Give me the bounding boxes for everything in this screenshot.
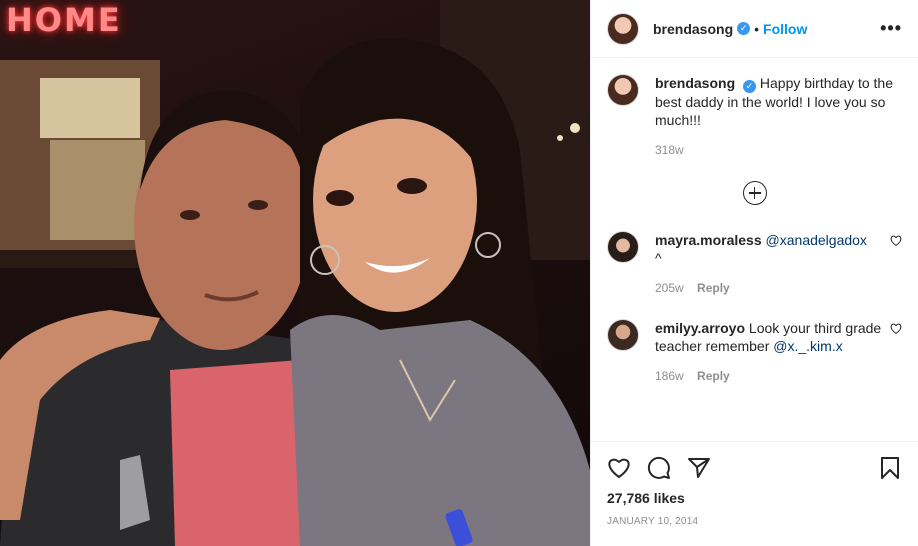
caption-avatar[interactable] — [607, 74, 639, 106]
photo-illustration — [0, 0, 590, 546]
comment-body: mayra.moraless @xanadelgadox ^ 205w Repl… — [655, 231, 882, 297]
likes-count[interactable]: 27,786 likes — [607, 490, 902, 506]
comment-like-heart-icon[interactable] — [890, 323, 902, 335]
woman-eye-left — [326, 190, 354, 206]
man-shirt — [170, 360, 310, 546]
post-date[interactable]: January 10, 2014 — [607, 516, 902, 527]
share-icon[interactable] — [687, 456, 711, 480]
neon-sign-text: HOME — [6, 1, 122, 39]
bookmark-icon[interactable] — [878, 456, 902, 480]
lamp-light — [570, 123, 580, 133]
caption-row: brendasong ✓ Happy birthday to the best … — [607, 74, 902, 159]
comment-row: emilyy.arroyo Look your third grade teac… — [607, 319, 902, 385]
comment-meta: 186w Reply — [655, 367, 882, 385]
comment-text: ^ — [655, 250, 662, 266]
comments-area[interactable]: brendasong ✓ Happy birthday to the best … — [591, 58, 918, 441]
reply-button[interactable]: Reply — [697, 281, 730, 295]
comment-like-heart-icon[interactable] — [890, 235, 902, 247]
action-icons — [607, 452, 902, 484]
comment-time[interactable]: 186w — [655, 369, 684, 383]
post-photo[interactable]: HOME — [0, 0, 590, 546]
more-options-icon[interactable]: ••• — [880, 18, 902, 39]
man-eye-left — [180, 210, 200, 220]
woman-eye-right — [397, 178, 427, 194]
reply-button[interactable]: Reply — [697, 369, 730, 383]
commenter-avatar[interactable] — [607, 231, 639, 263]
heart-icon[interactable] — [607, 456, 631, 480]
author-username[interactable]: brendasong — [653, 21, 733, 37]
comment-meta: 205w Reply — [655, 279, 882, 297]
comment-time[interactable]: 205w — [655, 281, 684, 295]
window-light — [40, 78, 140, 138]
author-avatar[interactable] — [607, 12, 639, 45]
follow-button[interactable]: Follow — [763, 21, 807, 37]
caption-username[interactable]: brendasong — [655, 75, 735, 91]
post-actions: 27,786 likes January 10, 2014 — [591, 441, 918, 546]
commenter-avatar[interactable] — [607, 319, 639, 351]
load-more-comments-icon[interactable] — [742, 181, 767, 205]
verified-badge-icon: ✓ — [737, 22, 751, 35]
man-eye-right — [248, 200, 268, 210]
comment-mention[interactable]: @x._.kim.x — [773, 338, 842, 354]
separator-dot: • — [754, 20, 760, 37]
comment-icon[interactable] — [647, 456, 671, 480]
woman-top — [290, 315, 590, 546]
comment-username[interactable]: mayra.moraless — [655, 232, 762, 248]
caption-meta: 318w — [655, 141, 902, 159]
instagram-post: HOME brendasong ✓ • Follow ••• brendason… — [0, 0, 918, 546]
post-header: brendasong ✓ • Follow ••• — [591, 0, 918, 58]
comment-row: mayra.moraless @xanadelgadox ^ 205w Repl… — [607, 231, 902, 297]
caption-verified-icon: ✓ — [743, 80, 757, 93]
post-side-panel: brendasong ✓ • Follow ••• brendasong ✓ H… — [590, 0, 918, 546]
lamp-light-2 — [557, 135, 563, 141]
caption-time[interactable]: 318w — [655, 143, 684, 157]
comment-body: emilyy.arroyo Look your third grade teac… — [655, 319, 882, 385]
window-light-lower — [50, 140, 145, 240]
caption-body: brendasong ✓ Happy birthday to the best … — [655, 74, 902, 159]
comment-username[interactable]: emilyy.arroyo — [655, 320, 745, 336]
comment-mention[interactable]: @xanadelgadox — [766, 232, 867, 248]
